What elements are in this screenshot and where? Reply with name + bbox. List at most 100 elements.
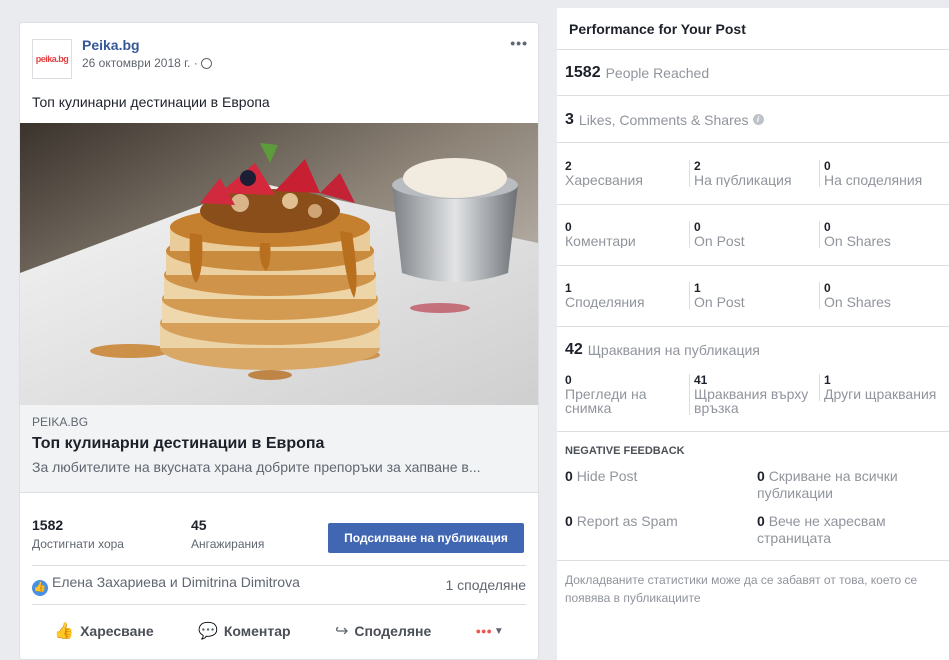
- reactions-on-shares: 0 На споделяния: [819, 160, 947, 187]
- comments-on-shares-value: 0: [824, 220, 831, 234]
- shares-on-post-label: On Post: [694, 295, 745, 309]
- shares-on-shares-value: 0: [824, 281, 831, 295]
- post-image[interactable]: [20, 123, 538, 405]
- globe-icon: [200, 57, 212, 69]
- comments-on-shares: 0 On Shares: [819, 221, 947, 248]
- comments-on-post: 0 On Post: [689, 221, 817, 248]
- chevron-down-icon: ▼: [493, 625, 504, 637]
- reactions-on-post: 2 На публикация: [689, 160, 817, 187]
- hide-all-posts-value: 0: [757, 468, 765, 484]
- report-spam-label: Report as Spam: [576, 513, 678, 529]
- reached-label: Достигнати хора: [32, 537, 124, 551]
- post-stats-bar: 1582 Достигнати хора 45 Ангажирания Подс…: [20, 503, 538, 563]
- people-reached-value: 1582: [565, 64, 601, 81]
- likers-text: Елена Захариева и Dimitrina Dimitrova: [52, 574, 300, 590]
- shares-on-post: 1 On Post: [689, 282, 817, 309]
- post-card: peika.bg Peika.bg 26 октомври 2018 г. · …: [19, 22, 539, 660]
- link-title[interactable]: Топ кулинарни дестинации в Европа: [32, 435, 526, 453]
- post-clicks-label: Щраквания на публикация: [587, 342, 760, 358]
- info-icon[interactable]: i: [752, 114, 764, 125]
- reactions-grid: 2 Харесвания 2 На публикация 0 На сподел…: [557, 144, 949, 205]
- report-spam-stat: 0 Report as Spam: [565, 513, 745, 530]
- shares-on-shares-label: On Shares: [824, 295, 891, 309]
- logo-text: peika.bg: [35, 54, 69, 64]
- post-as-selector[interactable]: ●●● ▼: [476, 626, 504, 637]
- engagement-label: Likes, Comments & Shares: [578, 111, 749, 128]
- reactions-on-shares-label: На споделяния: [824, 173, 923, 187]
- link-preview[interactable]: PEIKA.BG Топ кулинарни дестинации в Евро…: [20, 405, 538, 493]
- shares-grid: 1 Споделяния 1 On Post 0 On Shares: [557, 266, 949, 327]
- comments-on-post-value: 0: [694, 220, 701, 234]
- post-date[interactable]: 26 октомври 2018 г. ·: [82, 56, 212, 70]
- boost-post-button[interactable]: Подсилване на публикация: [328, 523, 524, 553]
- people-reached-row: 1582 People Reached: [557, 51, 949, 96]
- photo-views: 0 Прегледи на снимка: [557, 374, 685, 416]
- share-icon: ↪: [334, 623, 349, 640]
- like-button[interactable]: 👍 Харесване: [54, 621, 153, 641]
- engagements-label: Ангажирания: [191, 537, 265, 551]
- reactions-total-label: Харесвания: [565, 173, 643, 187]
- hide-post-stat: 0 Hide Post: [565, 468, 745, 485]
- clicks-grid: 0 Прегледи на снимка 41 Щраквания върху …: [557, 368, 949, 432]
- link-domain: PEIKA.BG: [32, 415, 89, 429]
- reactions-on-post-label: На публикация: [694, 173, 792, 187]
- hide-all-posts-label: Скриване на всички публикации: [757, 468, 898, 501]
- performance-panel: Performance for Your Post 1582 People Re…: [557, 8, 949, 660]
- post-actions: 👍 Харесване 💬 Коментар ↪ Споделяне ●●● ▼: [32, 611, 526, 651]
- social-summary: 👍 Елена Захариева и Dimitrina Dimitrova 1…: [32, 565, 526, 605]
- post-clicks-row: 42 Щраквания на публикация: [557, 328, 949, 372]
- shares-count[interactable]: 1 споделяне: [446, 577, 527, 593]
- reactions-total: 2 Харесвания: [557, 159, 685, 188]
- page-logo[interactable]: peika.bg: [32, 39, 72, 79]
- reached-stat: 1582 Достигнати хора: [32, 517, 124, 551]
- reactions-on-shares-value: 0: [824, 159, 831, 173]
- hide-all-posts-stat: 0 Скриване на всички публикации: [757, 468, 937, 502]
- report-spam-value: 0: [565, 513, 573, 529]
- reactions-total-value: 2: [565, 159, 572, 173]
- more-options-icon[interactable]: •••: [510, 35, 528, 51]
- hide-post-value: 0: [565, 468, 573, 484]
- share-button-label: Споделяне: [354, 623, 432, 639]
- hide-post-label: Hide Post: [576, 468, 638, 484]
- engagements-stat: 45 Ангажирания: [191, 517, 264, 551]
- unlike-page-stat: 0 Вече не харесвам страницата: [757, 513, 927, 547]
- engagements-value: 45: [191, 517, 207, 533]
- comment-icon: 💬: [197, 623, 218, 640]
- engagement-value: 3: [565, 110, 574, 128]
- divider: [557, 560, 949, 561]
- shares-on-shares: 0 On Shares: [819, 282, 947, 309]
- engagement-row: 3 Likes, Comments & Shares i: [557, 97, 949, 143]
- comment-button[interactable]: 💬 Коментар: [198, 621, 291, 641]
- like-reaction-icon: 👍: [32, 580, 48, 596]
- post-text: Топ кулинарни дестинации в Европа: [32, 94, 270, 110]
- performance-title: Performance for Your Post: [557, 8, 949, 50]
- page-name-link[interactable]: Peika.bg: [82, 37, 140, 53]
- pancakes-photo: [20, 123, 538, 405]
- post-header: peika.bg Peika.bg 26 октомври 2018 г. · …: [32, 35, 528, 79]
- comments-total-value: 0: [565, 220, 572, 234]
- photo-views-label: Прегледи на снимка: [565, 386, 647, 416]
- comments-total: 0 Коментари: [557, 220, 685, 249]
- negative-feedback-title: NEGATIVE FEEDBACK: [565, 445, 685, 457]
- thumbs-up-icon: 👍: [54, 623, 75, 640]
- other-clicks-label: Други щраквания: [824, 386, 937, 402]
- link-clicks: 41 Щраквания върху връзка: [689, 374, 817, 415]
- link-description: За любителите на вкусната храна добрите …: [32, 459, 481, 475]
- people-reached-label: People Reached: [605, 65, 710, 81]
- comment-button-label: Коментар: [223, 623, 291, 639]
- shares-total-label: Споделяния: [565, 295, 645, 309]
- post-date-text: 26 октомври 2018 г. ·: [82, 56, 198, 70]
- comments-on-shares-label: On Shares: [824, 234, 891, 248]
- shares-total-value: 1: [565, 281, 572, 295]
- like-button-label: Харесване: [80, 623, 154, 639]
- share-button[interactable]: ↪ Споделяне: [335, 621, 431, 641]
- unlike-page-value: 0: [757, 513, 765, 529]
- comments-on-post-label: On Post: [694, 234, 745, 248]
- reactions-on-post-value: 2: [694, 159, 701, 173]
- shares-total: 1 Споделяния: [557, 281, 685, 310]
- unlike-page-label: Вече не харесвам страницата: [757, 513, 886, 546]
- reached-value: 1582: [32, 517, 64, 533]
- shares-on-post-value: 1: [694, 281, 701, 295]
- likers[interactable]: 👍 Елена Захариева и Dimitrina Dimitrova: [32, 574, 300, 596]
- other-clicks: 1 Други щраквания: [819, 374, 947, 401]
